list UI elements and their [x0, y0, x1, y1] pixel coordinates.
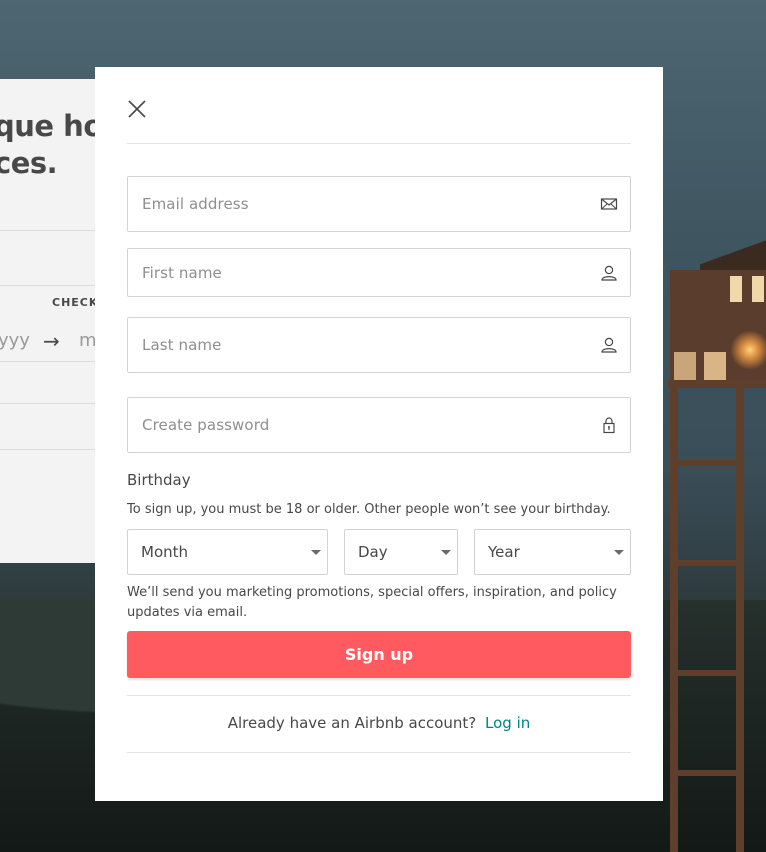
- envelope-icon: [600, 198, 618, 210]
- hero-divider: [0, 361, 110, 362]
- email-field[interactable]: Email address: [127, 176, 631, 232]
- hero-divider: [0, 403, 110, 404]
- arrow-right-icon: →: [43, 329, 60, 353]
- day-select-value: Day: [358, 543, 388, 561]
- user-icon: [601, 337, 617, 353]
- password-field[interactable]: Create password: [127, 397, 631, 453]
- lookout-tower-image: [660, 230, 766, 852]
- day-select[interactable]: Day: [344, 529, 458, 575]
- hero-divider: [0, 285, 110, 286]
- chevron-down-icon: [614, 550, 624, 555]
- chevron-down-icon: [441, 550, 451, 555]
- last-name-placeholder: Last name: [142, 336, 222, 354]
- hero-divider: [0, 449, 110, 450]
- chevron-down-icon: [311, 550, 321, 555]
- password-placeholder: Create password: [142, 416, 270, 434]
- header-divider: [127, 143, 631, 144]
- hero-divider: [0, 230, 110, 231]
- user-icon: [601, 265, 617, 281]
- hero-checkin-date: yyy: [0, 330, 30, 351]
- first-name-field[interactable]: First name: [127, 248, 631, 297]
- last-name-field[interactable]: Last name: [127, 317, 631, 373]
- hero-checkout-label: CHECK: [52, 296, 99, 309]
- first-name-placeholder: First name: [142, 263, 222, 282]
- lock-icon: [603, 417, 615, 434]
- month-select-value: Month: [141, 543, 189, 561]
- login-prompt-text: Already have an Airbnb account?: [227, 714, 477, 732]
- login-prompt: Already have an Airbnb account? Log in: [127, 714, 631, 732]
- birthday-note: To sign up, you must be 18 or older. Oth…: [127, 502, 611, 517]
- signup-button[interactable]: Sign up: [127, 631, 631, 678]
- year-select-value: Year: [488, 543, 520, 561]
- birthday-label: Birthday: [127, 471, 191, 489]
- marketing-notice: We’ll send you marketing promotions, spe…: [127, 585, 617, 620]
- hero-checkout-date: m: [79, 330, 97, 351]
- footer-divider: [127, 695, 631, 696]
- bottom-divider: [127, 752, 631, 753]
- login-link[interactable]: Log in: [485, 714, 530, 732]
- close-icon[interactable]: [127, 99, 147, 119]
- email-placeholder: Email address: [142, 195, 249, 213]
- year-select[interactable]: Year: [474, 529, 631, 575]
- month-select[interactable]: Month: [127, 529, 328, 575]
